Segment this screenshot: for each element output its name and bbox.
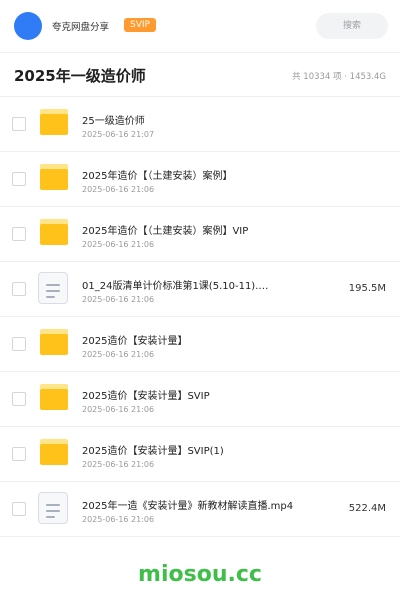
row-checkbox[interactable]: [12, 172, 26, 186]
folder-icon: [40, 439, 68, 465]
list-item[interactable]: 2025造价【安装计量】 2025-06-16 21:06: [0, 317, 400, 372]
file-name[interactable]: 2025年一造《安装计量》新教材解读直播.mp4: [82, 497, 293, 512]
folder-icon: [40, 164, 68, 190]
folder-icon: [40, 109, 68, 135]
file-date: 2025-06-16 21:06: [82, 515, 155, 524]
top-bar: 夸克网盘分享 SVIP 搜索: [0, 0, 400, 53]
file-date: 2025-06-16 21:06: [82, 295, 155, 304]
file-date: 2025-06-16 21:06: [82, 405, 155, 414]
file-name[interactable]: 2025造价【安装计量】: [82, 332, 187, 347]
row-checkbox[interactable]: [12, 447, 26, 461]
folder-icon: [40, 384, 68, 410]
file-name[interactable]: 2025造价【安装计量】SVIP: [82, 387, 210, 402]
file-name[interactable]: 25一级造价师: [82, 112, 145, 127]
list-item[interactable]: 2025年一造《安装计量》新教材解读直播.mp4 2025-06-16 21:0…: [0, 482, 400, 537]
search-button[interactable]: 搜索: [316, 13, 388, 39]
list-item[interactable]: 25一级造价师 2025-06-16 21:07: [0, 97, 400, 152]
row-checkbox[interactable]: [12, 337, 26, 351]
list-item[interactable]: 2025造价【安装计量】SVIP(1) 2025-06-16 21:06: [0, 427, 400, 482]
list-item[interactable]: 2025造价【安装计量】SVIP 2025-06-16 21:06: [0, 372, 400, 427]
folder-icon: [40, 219, 68, 245]
document-icon: [38, 492, 68, 524]
file-date: 2025-06-16 21:07: [82, 130, 155, 139]
page-title: 2025年一级造价师: [14, 67, 146, 85]
avatar[interactable]: [14, 12, 42, 40]
file-name[interactable]: 2025年造价【（土建安装）案例】: [82, 167, 232, 182]
file-date: 2025-06-16 21:06: [82, 185, 155, 194]
file-date: 2025-06-16 21:06: [82, 240, 155, 249]
file-name[interactable]: 2025年造价【（土建安装）案例】VIP: [82, 222, 248, 237]
row-checkbox[interactable]: [12, 502, 26, 516]
row-checkbox[interactable]: [12, 392, 26, 406]
row-checkbox[interactable]: [12, 227, 26, 241]
document-icon: [38, 272, 68, 304]
file-date: 2025-06-16 21:06: [82, 350, 155, 359]
file-name[interactable]: 01_24版清单计价标准第1课(5.10-11).…: [82, 277, 268, 292]
watermark: miosou.cc: [138, 562, 262, 587]
file-name[interactable]: 2025造价【安装计量】SVIP(1): [82, 442, 224, 457]
row-checkbox[interactable]: [12, 282, 26, 296]
svip-badge: SVIP: [124, 18, 156, 32]
file-size: 195.5M: [348, 283, 386, 294]
list-item[interactable]: 2025年造价【（土建安装）案例】VIP 2025-06-16 21:06: [0, 207, 400, 262]
list-item[interactable]: 2025年造价【（土建安装）案例】 2025-06-16 21:06: [0, 152, 400, 207]
brand-name: 夸克网盘分享: [52, 22, 110, 33]
list-item[interactable]: 01_24版清单计价标准第1课(5.10-11).… 2025-06-16 21…: [0, 262, 400, 317]
file-size: 522.4M: [348, 503, 386, 514]
row-checkbox[interactable]: [12, 117, 26, 131]
file-date: 2025-06-16 21:06: [82, 460, 155, 469]
folder-icon: [40, 329, 68, 355]
item-count-stats: 共 10334 项 · 1453.4G: [292, 72, 386, 82]
file-list: 25一级造价师 2025-06-16 21:07 2025年造价【（土建安装）案…: [0, 97, 400, 537]
